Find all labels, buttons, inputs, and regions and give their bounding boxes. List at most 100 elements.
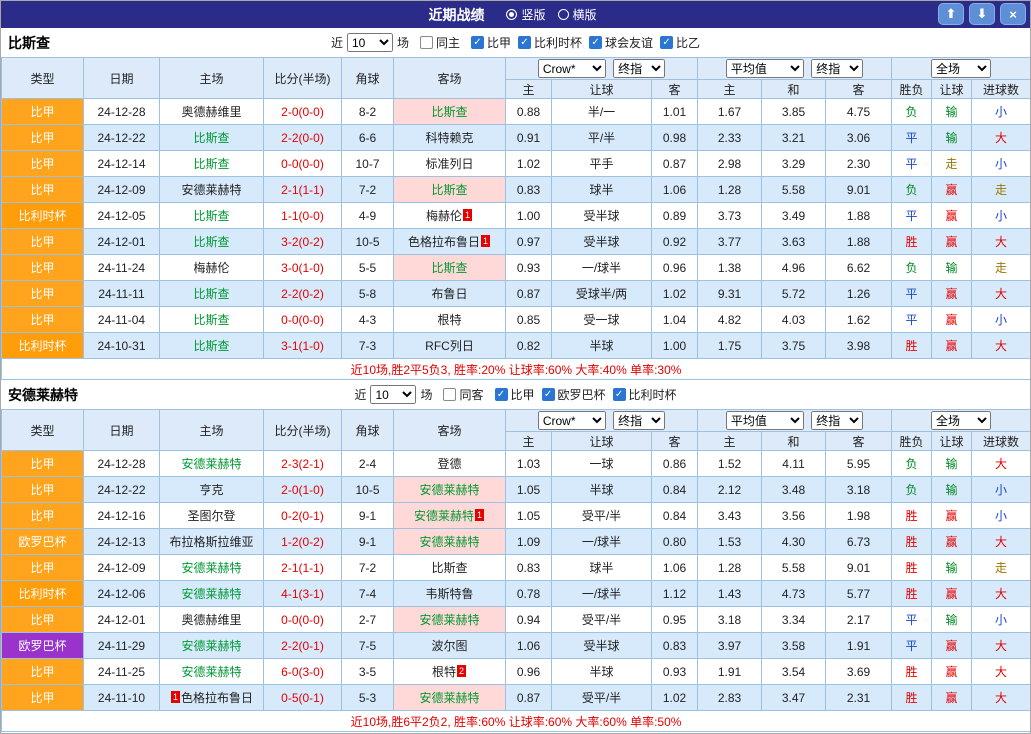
team-link[interactable]: 比斯查: [431, 261, 467, 275]
team-link[interactable]: 标准列日: [425, 157, 473, 171]
team-link[interactable]: 比斯查: [431, 183, 467, 197]
home-team-cell[interactable]: 安德莱赫特: [160, 581, 264, 607]
team-link[interactable]: 色格拉布鲁日: [408, 235, 480, 249]
away-team-cell[interactable]: 安德莱赫特: [394, 607, 506, 633]
away-team-cell[interactable]: 根特2: [394, 659, 506, 685]
away-team-cell[interactable]: 安德莱赫特: [394, 529, 506, 555]
team-link[interactable]: 安德莱赫特: [181, 457, 241, 471]
away-team-cell[interactable]: 标准列日: [394, 151, 506, 177]
home-team-cell[interactable]: 比斯查: [160, 307, 264, 333]
home-team-cell[interactable]: 安德莱赫特: [160, 451, 264, 477]
team-link[interactable]: RFC列日: [425, 339, 474, 353]
team-link[interactable]: 色格拉布鲁日: [181, 691, 253, 705]
away-team-cell[interactable]: 梅赫伦1: [394, 203, 506, 229]
home-team-cell[interactable]: 圣图尔登: [160, 503, 264, 529]
checkbox-unchecked-icon[interactable]: [443, 388, 456, 401]
bookmaker-select[interactable]: Crow*: [538, 411, 606, 430]
team-link[interactable]: 布拉格斯拉维亚: [169, 535, 253, 549]
checkbox-checked-icon[interactable]: ✓: [471, 36, 484, 49]
team-link[interactable]: 奥德赫维里: [181, 613, 241, 627]
team-link[interactable]: 安德莱赫特: [181, 561, 241, 575]
league-filter[interactable]: ✓比利时杯: [518, 34, 582, 51]
team-link[interactable]: 安德莱赫特: [181, 639, 241, 653]
team-link[interactable]: 根特: [437, 313, 461, 327]
home-team-cell[interactable]: 比斯查: [160, 281, 264, 307]
away-team-cell[interactable]: 安德莱赫特: [394, 477, 506, 503]
home-team-cell[interactable]: 比斯查: [160, 125, 264, 151]
same-venue-filter[interactable]: 同主: [420, 34, 460, 51]
checkbox-checked-icon[interactable]: ✓: [613, 388, 626, 401]
team-link[interactable]: 比斯查: [193, 235, 229, 249]
bookmaker-stage-select[interactable]: 终指: [613, 59, 665, 78]
checkbox-unchecked-icon[interactable]: [420, 36, 433, 49]
scope-select[interactable]: 全场: [931, 59, 991, 78]
team-link[interactable]: 安德莱赫特: [181, 183, 241, 197]
bookmaker-stage-select[interactable]: 终指: [613, 411, 665, 430]
home-team-cell[interactable]: 安德莱赫特: [160, 555, 264, 581]
team-link[interactable]: 比斯查: [431, 105, 467, 119]
team-link[interactable]: 亨克: [199, 483, 223, 497]
checkbox-checked-icon[interactable]: ✓: [589, 36, 602, 49]
team-link[interactable]: 安德莱赫特: [414, 509, 474, 523]
team-link[interactable]: 安德莱赫特: [419, 535, 479, 549]
league-filter[interactable]: ✓比甲: [471, 34, 511, 51]
home-team-cell[interactable]: 安德莱赫特: [160, 177, 264, 203]
team-link[interactable]: 安德莱赫特: [419, 483, 479, 497]
move-down-button[interactable]: ⬇: [969, 3, 995, 25]
team-link[interactable]: 梅赫伦: [426, 209, 462, 223]
team-link[interactable]: 科特赖克: [425, 131, 473, 145]
team-link[interactable]: 安德莱赫特: [419, 613, 479, 627]
home-team-cell[interactable]: 比斯查: [160, 203, 264, 229]
home-team-cell[interactable]: 梅赫伦: [160, 255, 264, 281]
team-link[interactable]: 奥德赫维里: [181, 105, 241, 119]
home-team-cell[interactable]: 布拉格斯拉维亚: [160, 529, 264, 555]
home-team-cell[interactable]: 比斯查: [160, 151, 264, 177]
home-team-cell[interactable]: 奥德赫维里: [160, 607, 264, 633]
checkbox-checked-icon[interactable]: ✓: [542, 388, 555, 401]
checkbox-checked-icon[interactable]: ✓: [660, 36, 673, 49]
away-team-cell[interactable]: 比斯查: [394, 177, 506, 203]
average-stage-select[interactable]: 终指: [811, 59, 863, 78]
scope-select[interactable]: 全场: [931, 411, 991, 430]
team-link[interactable]: 波尔图: [431, 639, 467, 653]
home-team-cell[interactable]: 奥德赫维里: [160, 99, 264, 125]
away-team-cell[interactable]: 比斯查: [394, 555, 506, 581]
team-link[interactable]: 圣图尔登: [187, 509, 235, 523]
home-team-cell[interactable]: 1色格拉布鲁日: [160, 685, 264, 711]
away-team-cell[interactable]: 韦斯特鲁: [394, 581, 506, 607]
average-stage-select[interactable]: 终指: [811, 411, 863, 430]
average-select[interactable]: 平均值: [726, 411, 804, 430]
team-link[interactable]: 比斯查: [193, 209, 229, 223]
average-select[interactable]: 平均值: [726, 59, 804, 78]
away-team-cell[interactable]: 波尔图: [394, 633, 506, 659]
bookmaker-select[interactable]: Crow*: [538, 59, 606, 78]
team-link[interactable]: 安德莱赫特: [181, 587, 241, 601]
league-filter[interactable]: ✓欧罗巴杯: [542, 386, 606, 403]
home-team-cell[interactable]: 安德莱赫特: [160, 659, 264, 685]
league-filter[interactable]: ✓比乙: [660, 34, 700, 51]
match-count-select[interactable]: 10: [370, 385, 416, 404]
team-link[interactable]: 韦斯特鲁: [425, 587, 473, 601]
home-team-cell[interactable]: 安德莱赫特: [160, 633, 264, 659]
team-link[interactable]: 比斯查: [193, 339, 229, 353]
team-link[interactable]: 比斯查: [193, 157, 229, 171]
home-team-cell[interactable]: 比斯查: [160, 333, 264, 359]
close-button[interactable]: ×: [1000, 3, 1026, 25]
away-team-cell[interactable]: 安德莱赫特1: [394, 503, 506, 529]
same-venue-filter[interactable]: 同客: [443, 386, 483, 403]
away-team-cell[interactable]: 色格拉布鲁日1: [394, 229, 506, 255]
team-link[interactable]: 梅赫伦: [193, 261, 229, 275]
away-team-cell[interactable]: 安德莱赫特: [394, 685, 506, 711]
team-link[interactable]: 安德莱赫特: [181, 665, 241, 679]
away-team-cell[interactable]: 科特赖克: [394, 125, 506, 151]
team-link[interactable]: 布鲁日: [431, 287, 467, 301]
away-team-cell[interactable]: 比斯查: [394, 99, 506, 125]
away-team-cell[interactable]: 登德: [394, 451, 506, 477]
team-link[interactable]: 比斯查: [193, 131, 229, 145]
away-team-cell[interactable]: 布鲁日: [394, 281, 506, 307]
away-team-cell[interactable]: RFC列日: [394, 333, 506, 359]
checkbox-checked-icon[interactable]: ✓: [518, 36, 531, 49]
team-link[interactable]: 比斯查: [431, 561, 467, 575]
team-link[interactable]: 比斯查: [193, 313, 229, 327]
layout-vertical-radio[interactable]: 竖版: [506, 6, 545, 23]
